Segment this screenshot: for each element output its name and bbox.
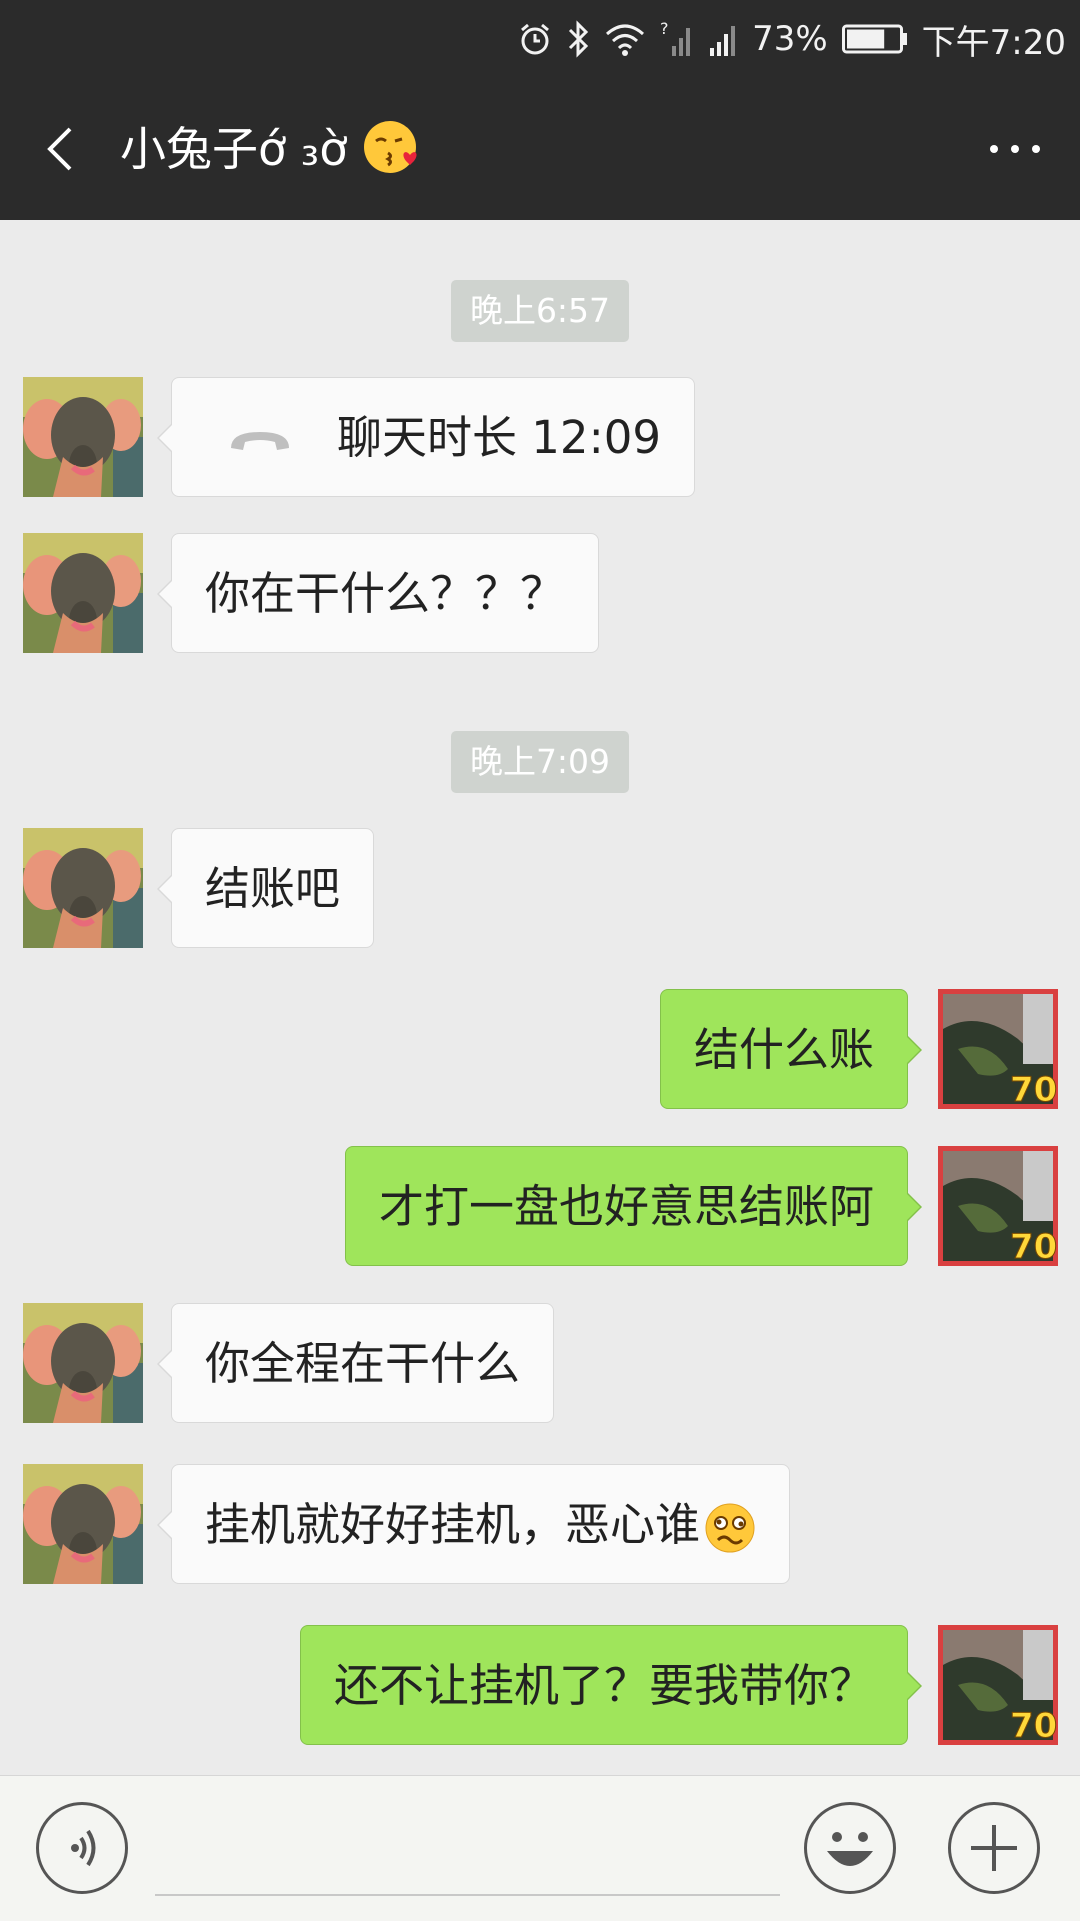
svg-text:70: 70 (1010, 1070, 1057, 1109)
alarm-icon (521, 23, 550, 55)
message-list[interactable]: 晚上6:57 聊天时长 12:09 你在干什么？？？ 晚上7:09 结账吧 70… (0, 220, 1080, 1775)
message-text: 挂机就好好挂机，恶心谁 (205, 1498, 701, 1551)
message-row: 70 还不让挂机了？要我带你？ (228, 1625, 1058, 1747)
voice-icon (71, 1829, 96, 1867)
chat-title-text: 小兔子ớ ₃ờ (120, 122, 348, 176)
call-record-bubble[interactable]: 聊天时长 12:09 (157, 377, 695, 497)
self-avatar[interactable]: 70 (938, 1625, 1058, 1745)
contact-avatar[interactable] (23, 1464, 143, 1584)
message-bubble[interactable]: 你全程在干什么 (156, 1303, 555, 1423)
back-button[interactable] (30, 114, 94, 184)
message-row: 你全程在干什么 (23, 1303, 723, 1425)
chat-title: 小兔子ớ ₃ờ (120, 114, 422, 184)
timestamp: 晚上7:09 (451, 731, 629, 793)
message-bubble[interactable]: 结什么账 (659, 989, 923, 1109)
plush-elephant-avatar (23, 1303, 143, 1423)
message-bubble[interactable]: 还不让挂机了？要我带你？ (299, 1625, 923, 1745)
phone-hangup-icon (231, 432, 289, 450)
game-avatar: 70 (938, 989, 1058, 1109)
message-row: 聊天时长 12:09 (23, 377, 723, 499)
more-button[interactable] (980, 114, 1050, 184)
signal-icon (710, 26, 736, 56)
smiley-icon (827, 1832, 873, 1866)
plush-elephant-avatar (23, 377, 143, 497)
plush-elephant-avatar (23, 533, 143, 653)
plus-icon (971, 1825, 1017, 1871)
call-duration-text: 聊天时长 12:09 (337, 411, 661, 464)
message-row: 结账吧 (23, 828, 723, 950)
woozy-face-emoji (705, 1503, 755, 1553)
plush-elephant-avatar (23, 828, 143, 948)
status-bar: ? 73% 下午7:20 (0, 0, 1080, 78)
contact-avatar[interactable] (23, 533, 143, 653)
message-row: 挂机就好好挂机，恶心谁 (23, 1464, 823, 1586)
message-bubble[interactable]: 才打一盘也好意思结账阿 (344, 1146, 923, 1266)
message-input[interactable] (155, 1894, 780, 1896)
plush-elephant-avatar (23, 1464, 143, 1584)
chat-header: 小兔子ớ ₃ờ (0, 78, 1080, 220)
game-avatar: 70 (938, 1146, 1058, 1266)
message-row: 70 才打一盘也好意思结账阿 (258, 1146, 1058, 1268)
status-time: 下午7:20 (921, 22, 1066, 63)
message-row: 70 结什么账 (258, 989, 1058, 1111)
message-bubble[interactable]: 结账吧 (156, 828, 375, 948)
svg-text:70: 70 (1010, 1706, 1057, 1745)
emoji-button[interactable] (804, 1802, 896, 1894)
message-bubble[interactable]: 挂机就好好挂机，恶心谁 (156, 1464, 791, 1584)
svg-text:70: 70 (1010, 1227, 1057, 1266)
timestamp: 晚上6:57 (451, 280, 629, 342)
contact-avatar[interactable] (23, 828, 143, 948)
wifi-icon (606, 24, 645, 56)
signal-unknown-icon: ? (660, 20, 691, 56)
message-row: 你在干什么？？？ (23, 533, 723, 655)
chevron-left-icon (47, 127, 72, 171)
contact-avatar[interactable] (23, 377, 143, 497)
game-avatar: 70 (938, 1625, 1058, 1745)
kissing-face-heart-emoji (363, 121, 417, 173)
contact-avatar[interactable] (23, 1303, 143, 1423)
voice-button[interactable] (36, 1802, 128, 1894)
battery-percent: 73% (752, 19, 828, 59)
bluetooth-icon (569, 20, 589, 58)
self-avatar[interactable]: 70 (938, 1146, 1058, 1266)
svg-text:?: ? (660, 20, 669, 38)
message-bubble[interactable]: 你在干什么？？？ (156, 533, 600, 653)
input-bar (0, 1775, 1080, 1921)
battery-icon (841, 24, 907, 54)
self-avatar[interactable]: 70 (938, 989, 1058, 1109)
plus-button[interactable] (948, 1802, 1040, 1894)
more-dots-icon (990, 145, 1040, 153)
